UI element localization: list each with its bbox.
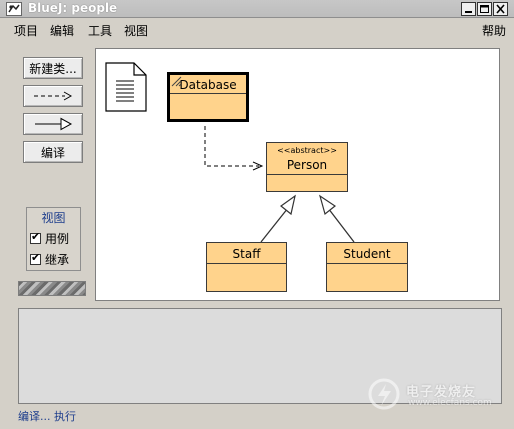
readme-document-icon[interactable] xyxy=(105,62,147,112)
watermark-logo-icon xyxy=(368,378,400,410)
dashed-arrow-icon xyxy=(34,91,73,101)
check-icon: ✔ xyxy=(31,251,41,264)
class-database[interactable]: Database xyxy=(167,72,249,122)
status-text: 编译... 执行 xyxy=(18,410,76,423)
window-title: BlueJ: people xyxy=(28,1,118,15)
inheritance-arrow-icon xyxy=(35,117,73,131)
resize-handle-icon[interactable] xyxy=(170,75,182,87)
class-person[interactable]: <<abstract>> Person xyxy=(266,142,348,192)
view-panel-title: 视图 xyxy=(41,211,66,225)
uses-checkbox-row[interactable]: ✔ 用例 xyxy=(30,230,69,247)
class-name: Person xyxy=(286,158,328,172)
class-divider xyxy=(267,174,347,175)
staff-inherits-arrow xyxy=(260,207,289,243)
machine-activity-indicator xyxy=(18,281,86,296)
class-name: Staff xyxy=(232,247,261,261)
compile-button[interactable]: 编译 xyxy=(23,141,83,163)
class-divider xyxy=(207,263,286,264)
uses-arrow-button[interactable] xyxy=(23,85,83,107)
menu-tools[interactable]: 工具 xyxy=(88,22,112,39)
maximize-icon[interactable] xyxy=(477,2,492,16)
menu-edit[interactable]: 编辑 xyxy=(50,22,74,39)
menu-bar: 项目 编辑 工具 视图 帮助 xyxy=(0,18,514,40)
close-icon[interactable] xyxy=(493,2,508,16)
menu-view[interactable]: 视图 xyxy=(124,22,148,39)
minimize-icon[interactable] xyxy=(461,2,476,16)
inheritance-checkbox-label: 继承 xyxy=(45,253,70,267)
menu-help[interactable]: 帮助 xyxy=(482,22,506,39)
class-divider xyxy=(327,263,407,264)
menu-project[interactable]: 项目 xyxy=(14,22,38,39)
compile-label: 编译 xyxy=(40,145,65,160)
class-staff[interactable]: Staff xyxy=(206,242,287,292)
inheritance-checkbox-row[interactable]: ✔ 继承 xyxy=(30,251,69,268)
uses-checkbox[interactable]: ✔ xyxy=(30,230,41,244)
new-class-label: 新建类... xyxy=(29,61,77,76)
title-bar: BlueJ: people xyxy=(0,0,514,18)
uses-checkbox-label: 用例 xyxy=(45,232,70,246)
view-panel: 视图 ✔ 用例 ✔ 继承 xyxy=(26,207,81,271)
student-inherits-arrow xyxy=(327,207,355,243)
uses-arrow xyxy=(204,126,259,167)
class-name: Student xyxy=(343,247,391,261)
inheritance-checkbox[interactable]: ✔ xyxy=(30,251,41,265)
class-stereotype: <<abstract>> xyxy=(277,146,337,155)
class-student[interactable]: Student xyxy=(326,242,408,292)
watermark: 电子发烧友 www.elecfans.com xyxy=(366,376,506,412)
watermark-url: www.elecfans.com xyxy=(408,398,492,408)
class-divider xyxy=(170,93,246,94)
inherits-arrow-button[interactable] xyxy=(23,113,83,135)
new-class-button[interactable]: 新建类... xyxy=(23,57,83,79)
bluej-app-icon xyxy=(6,2,22,16)
check-icon: ✔ xyxy=(31,230,41,243)
class-diagram-canvas[interactable]: Database <<abstract>> Person Staff Stude… xyxy=(95,48,500,301)
